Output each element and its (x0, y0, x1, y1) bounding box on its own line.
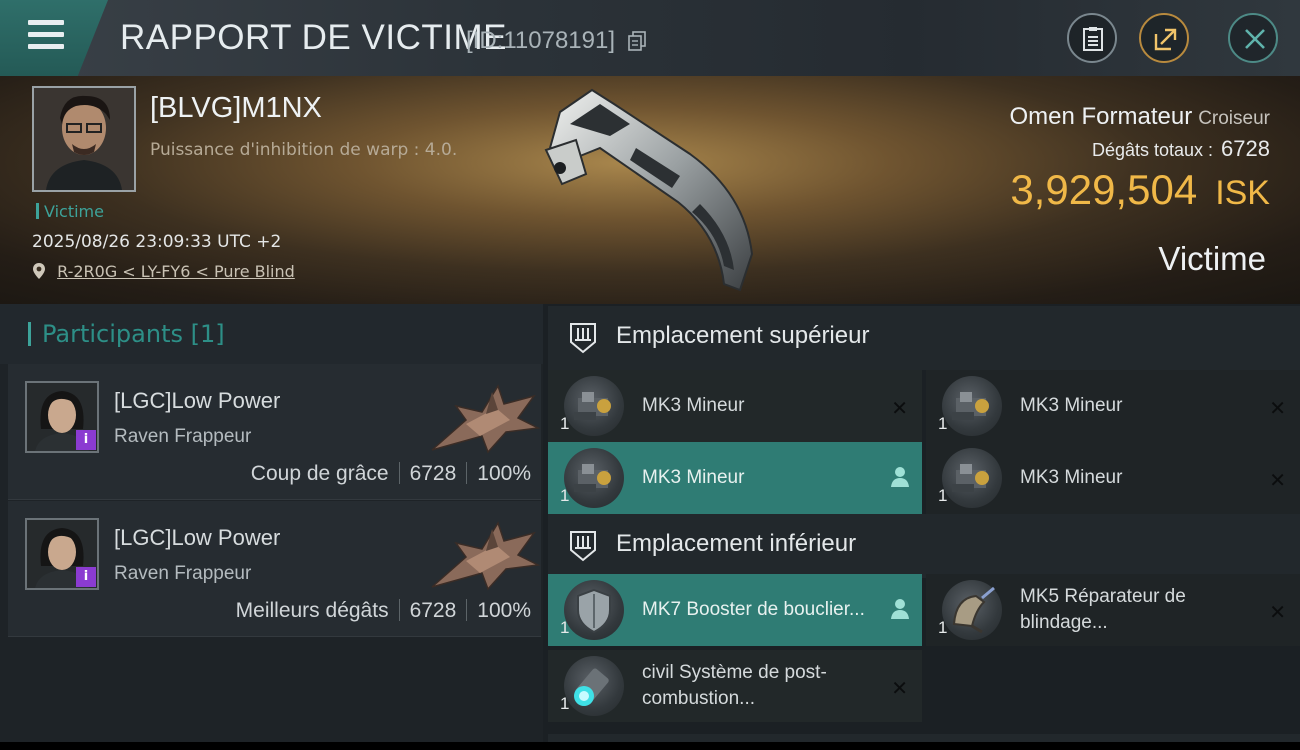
clipboard-icon (1083, 27, 1103, 51)
miner-module-icon (942, 448, 1002, 508)
module-quantity: 1 (560, 486, 570, 505)
share-icon (1154, 28, 1177, 51)
participant-stats: Coup de grâce 6728 100% (251, 462, 531, 486)
bottom-edge (0, 742, 1300, 750)
close-icon (1245, 29, 1265, 49)
module-quantity: 1 (560, 414, 570, 433)
share-button[interactable] (1139, 13, 1189, 63)
module-name: MK5 Réparateur de blindage... (1020, 586, 1186, 633)
module-name: MK3 Mineur (642, 395, 745, 416)
participant-badge: i (76, 567, 96, 587)
victim-datetime: 2025/08/26 23:09:33 UTC +2 (32, 232, 282, 252)
victim-tag: Victime (36, 202, 104, 221)
miner-module-icon (564, 376, 624, 436)
module-slot[interactable]: 1 MK5 Réparateur de blindage... ✕ (926, 574, 1300, 646)
page-title: RAPPORT DE VICTIME (120, 18, 507, 57)
module-slot[interactable]: 1 MK3 Mineur ✕ (926, 370, 1300, 442)
participant-row[interactable]: i [LGC]Low Power Raven Frappeur Meilleur… (8, 501, 541, 637)
participant-damage: 6728 (409, 462, 457, 485)
participants-accent-bar (28, 322, 31, 346)
module-name: MK3 Mineur (1020, 467, 1123, 488)
isk-value: 3,929,504 ISK (1010, 166, 1270, 214)
isk-amount: 3,929,504 (1010, 166, 1198, 213)
victim-role-label: Victime (1158, 240, 1266, 277)
participant-ship: Raven Frappeur (114, 426, 252, 447)
participant-ship-image (431, 521, 541, 591)
module-name: civil Système de post-combustion... (642, 662, 827, 709)
participant-name[interactable]: [LGC]Low Power (114, 525, 280, 551)
participant-avatar[interactable]: i (25, 381, 99, 453)
participant-blow-label: Coup de grâce (250, 462, 389, 485)
close-button[interactable] (1228, 13, 1278, 63)
module-slot[interactable]: 1 MK3 Mineur ✕ (926, 442, 1300, 514)
participant-name[interactable]: [LGC]Low Power (114, 388, 280, 414)
module-slot[interactable]: 1 MK7 Booster de bouclier... (548, 574, 922, 646)
shield-booster-icon (564, 580, 624, 640)
lower-slot-header: Emplacement inférieur (548, 514, 1300, 578)
participant-percent: 100% (477, 462, 531, 485)
module-name: MK3 Mineur (1020, 395, 1123, 416)
module-slot[interactable]: 1 civil Système de post-combustion... ✕ (548, 650, 922, 722)
upper-slot-title: Emplacement supérieur (616, 322, 870, 349)
destroyed-x-icon: ✕ (1269, 600, 1286, 624)
fitting-panel: Emplacement supérieur 1 MK3 Mineur ✕ 1 M… (543, 304, 1300, 750)
ship-name[interactable]: Omen Formateur (1009, 103, 1192, 130)
miner-module-icon (564, 448, 624, 508)
total-damage-value: 6728 (1221, 136, 1270, 161)
participant-avatar[interactable]: i (25, 518, 99, 590)
destroyed-x-icon: ✕ (891, 676, 908, 700)
participant-row[interactable]: i [LGC]Low Power Raven Frappeur Coup de … (8, 364, 541, 500)
participant-stats: Meilleurs dégâts 6728 100% (236, 599, 531, 623)
victim-warp-strength: Puissance d'inhibition de warp : 4.0. (150, 140, 458, 160)
location-row[interactable]: R-2R0G < LY-FY6 < Pure Blind (32, 262, 295, 281)
lower-slot-title: Emplacement inférieur (616, 530, 857, 557)
destroyed-x-icon: ✕ (891, 396, 908, 420)
module-quantity: 1 (560, 694, 570, 713)
participants-title: Participants [1] (42, 320, 225, 348)
location-link[interactable]: R-2R0G < LY-FY6 < Pure Blind (57, 262, 295, 281)
module-slot[interactable]: 1 MK3 Mineur ✕ (548, 370, 922, 442)
victim-portrait[interactable] (32, 86, 136, 192)
top-bar: RAPPORT DE VICTIME [ID:11078191] (0, 0, 1300, 76)
report-id: [ID:11078191] (466, 27, 616, 54)
victim-name[interactable]: [BLVG]M1NX (150, 92, 322, 125)
module-slot[interactable]: 1 MK3 Mineur (548, 442, 922, 514)
pilot-icon (891, 467, 909, 487)
participant-percent: 100% (477, 599, 531, 622)
module-name: MK3 Mineur (642, 467, 745, 488)
module-quantity: 1 (938, 414, 948, 433)
low-slot-icon (570, 531, 596, 562)
participant-badge: i (76, 430, 96, 450)
miner-module-icon (942, 376, 1002, 436)
total-damage: Dégâts totaux : 6728 (1092, 136, 1270, 162)
armor-repairer-icon (942, 580, 1002, 640)
hamburger-menu-icon[interactable] (28, 20, 64, 50)
module-quantity: 1 (560, 618, 570, 637)
victim-avatar (34, 88, 134, 190)
participants-panel: Participants [1] i [LGC]Low Power Raven … (0, 304, 543, 750)
ship-class: Croiseur (1198, 108, 1270, 129)
total-damage-label: Dégâts totaux : (1091, 140, 1214, 160)
copy-icon[interactable] (628, 31, 646, 51)
clipboard-button[interactable] (1067, 13, 1117, 63)
pilot-icon (891, 599, 909, 619)
module-quantity: 1 (938, 486, 948, 505)
participant-blow-label: Meilleurs dégâts (235, 599, 389, 622)
participant-ship: Raven Frappeur (114, 563, 252, 584)
upper-slot-header: Emplacement supérieur (548, 306, 1300, 370)
victim-ship-image[interactable] (540, 84, 770, 296)
location-pin-icon (33, 263, 45, 279)
isk-currency: ISK (1215, 174, 1270, 212)
module-quantity: 1 (938, 618, 948, 637)
destroyed-x-icon: ✕ (1269, 396, 1286, 420)
high-slot-icon (570, 323, 596, 354)
victim-ship-name: Omen Formateur Croiseur (1009, 103, 1270, 131)
participants-header: Participants [1] (0, 304, 543, 364)
module-name: MK7 Booster de bouclier... (642, 599, 865, 620)
participant-ship-image (431, 384, 541, 454)
afterburner-icon (564, 656, 624, 716)
destroyed-x-icon: ✕ (1269, 468, 1286, 492)
participant-damage: 6728 (409, 599, 457, 622)
